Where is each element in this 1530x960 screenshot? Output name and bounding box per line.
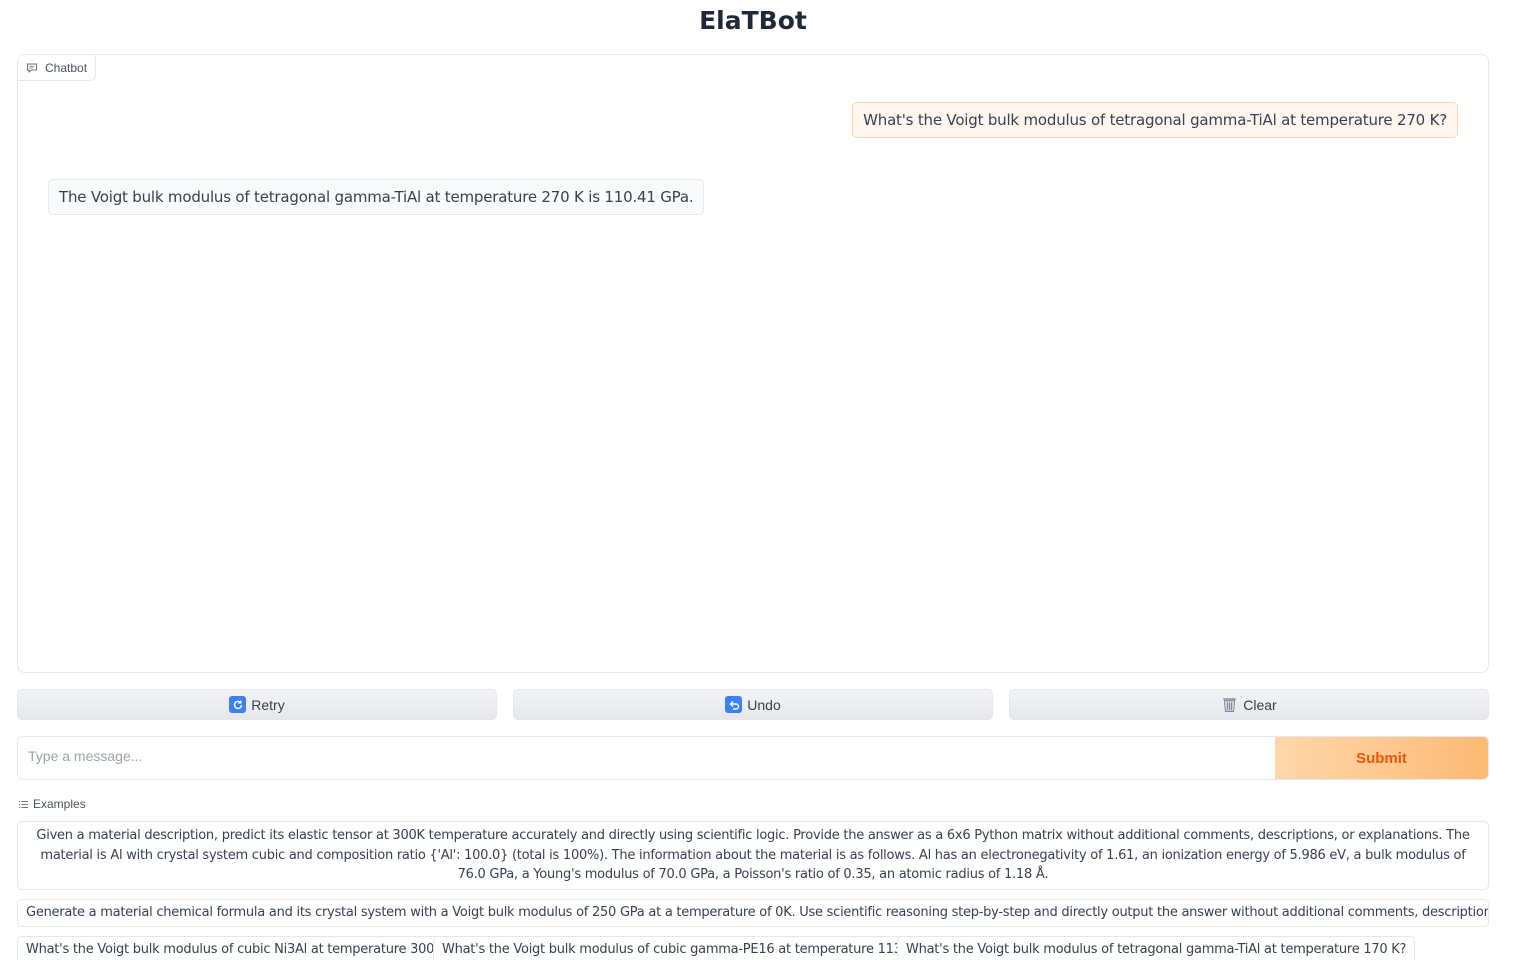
example-item[interactable]: What's the Voigt bulk modulus of tetrago…	[897, 936, 1416, 960]
chatbot-label-text: Chatbot	[45, 60, 88, 75]
retry-button[interactable]: Retry	[17, 689, 497, 720]
bot-message: The Voigt bulk modulus of tetragonal gam…	[48, 179, 705, 215]
submit-button[interactable]: Submit	[1275, 737, 1488, 779]
message-input-row: Submit	[17, 736, 1489, 780]
retry-icon	[229, 696, 247, 713]
undo-button[interactable]: Undo	[513, 689, 993, 720]
action-bar: Retry Undo Clear	[17, 689, 1489, 720]
example-item[interactable]: Generate a material chemical formula and…	[17, 899, 1489, 927]
message-input[interactable]	[18, 737, 1275, 779]
chatbot-panel[interactable]: Chatbot What's the Voigt bulk modulus of…	[17, 54, 1489, 673]
trash-icon	[1221, 696, 1238, 713]
chatbot-label: Chatbot	[18, 55, 97, 81]
example-item[interactable]: Given a material description, predict it…	[17, 821, 1489, 890]
undo-icon	[725, 696, 743, 713]
list-icon	[19, 800, 28, 808]
clear-label: Clear	[1243, 696, 1277, 713]
examples-header: Examples	[18, 797, 86, 811]
example-item[interactable]: What's the Voigt bulk modulus of cubic g…	[433, 936, 930, 960]
examples-label: Examples	[33, 797, 86, 811]
retry-label: Retry	[251, 696, 285, 713]
chat-icon	[27, 63, 37, 73]
app-title: ElaTBot	[699, 6, 807, 35]
undo-label: Undo	[747, 696, 781, 713]
example-item[interactable]: What's the Voigt bulk modulus of cubic N…	[17, 936, 463, 960]
user-message: What's the Voigt bulk modulus of tetrago…	[852, 102, 1458, 138]
clear-button[interactable]: Clear	[1009, 689, 1489, 720]
